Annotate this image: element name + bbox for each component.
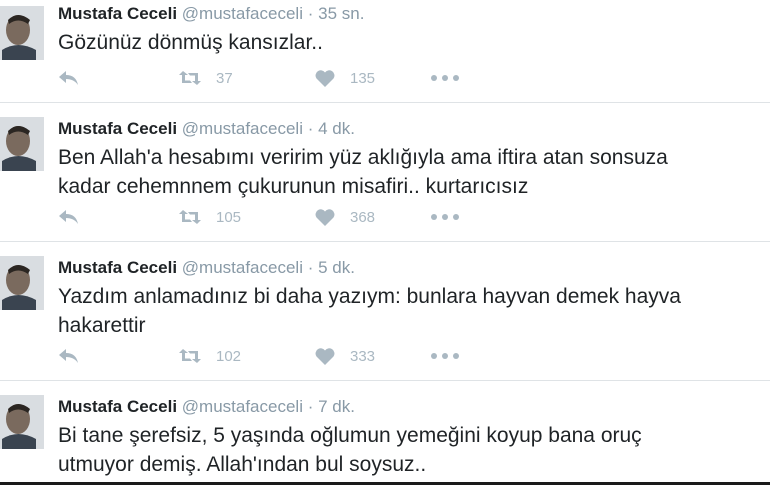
author-handle[interactable]: @mustafaceceli (182, 119, 303, 138)
retweet-count: 102 (216, 347, 242, 365)
more-button[interactable] (430, 74, 460, 82)
separator: · (307, 258, 314, 277)
author-name[interactable]: Mustafa Ceceli (58, 119, 177, 138)
avatar[interactable] (0, 6, 44, 60)
separator: · (307, 4, 314, 23)
reply-icon (59, 71, 78, 85)
more-icon (431, 75, 459, 81)
avatar[interactable] (0, 256, 44, 310)
tweet-header: Mustafa Ceceli @mustafaceceli · 5 dk. (58, 258, 770, 278)
tweet-header: Mustafa Ceceli @mustafaceceli · 35 sn. (58, 4, 770, 24)
separator: · (307, 397, 314, 416)
author-name[interactable]: Mustafa Ceceli (58, 397, 177, 416)
retweet-icon (179, 210, 201, 224)
retweet-icon (179, 349, 201, 363)
like-button[interactable]: 333 (314, 347, 430, 366)
author-handle[interactable]: @mustafaceceli (182, 397, 303, 416)
tweet-line: utmuyor demiş. Allah'ından bul soysuz.. (58, 453, 427, 476)
reply-button[interactable] (58, 348, 178, 364)
tweet[interactable]: Mustafa Ceceli @mustafaceceli · 4 dk. Be… (0, 103, 770, 242)
separator: · (307, 119, 314, 138)
retweet-icon (179, 71, 201, 85)
tweet-text: Bi tane şerefsiz, 5 yaşında oğlumun yeme… (58, 421, 770, 479)
tweet-line: Yazdım anlamadınız bi daha yazıym: bunla… (58, 285, 681, 308)
tweet[interactable]: Mustafa Ceceli @mustafaceceli · 7 dk. Bi… (0, 381, 770, 485)
retweet-button[interactable]: 102 (178, 348, 314, 365)
timestamp[interactable]: 4 dk. (318, 119, 355, 138)
timestamp[interactable]: 35 sn. (318, 4, 364, 23)
timestamp[interactable]: 5 dk. (318, 258, 355, 277)
author-name[interactable]: Mustafa Ceceli (58, 4, 177, 23)
like-count: 368 (350, 208, 376, 226)
avatar[interactable] (0, 395, 44, 449)
tweet[interactable]: Mustafa Ceceli @mustafaceceli · 5 dk. Ya… (0, 242, 770, 381)
tweet-text: Ben Allah'a hesabımı veririm yüz aklığıy… (58, 143, 770, 201)
timestamp[interactable]: 7 dk. (318, 397, 355, 416)
heart-icon (315, 69, 335, 87)
like-count: 333 (350, 347, 376, 365)
tweet-header: Mustafa Ceceli @mustafaceceli · 7 dk. (58, 397, 770, 417)
tweet[interactable]: Mustafa Ceceli @mustafaceceli · 35 sn. G… (0, 0, 770, 103)
tweet-line: kadar cehemnnem çukurunun misafiri.. kur… (58, 175, 529, 198)
like-button[interactable]: 368 (314, 208, 430, 227)
author-handle[interactable]: @mustafaceceli (182, 4, 303, 23)
heart-icon (315, 347, 335, 365)
author-name[interactable]: Mustafa Ceceli (58, 258, 177, 277)
heart-icon (315, 208, 335, 226)
tweet-timeline: Mustafa Ceceli @mustafaceceli · 35 sn. G… (0, 0, 770, 485)
reply-icon (59, 210, 78, 224)
retweet-button[interactable]: 105 (178, 209, 314, 226)
more-button[interactable] (430, 352, 460, 360)
reply-icon (59, 349, 78, 363)
tweet-line: Gözünüz dönmüş kansızlar.. (58, 31, 323, 54)
tweet-line: hakarettir (58, 314, 146, 337)
more-icon (431, 214, 459, 220)
retweet-button[interactable]: 37 (178, 70, 314, 87)
tweet-text: Gözünüz dönmüş kansızlar.. (58, 28, 770, 57)
avatar[interactable] (0, 117, 44, 171)
tweet-text: Yazdım anlamadınız bi daha yazıym: bunla… (58, 282, 770, 340)
more-button[interactable] (430, 213, 460, 221)
author-handle[interactable]: @mustafaceceli (182, 258, 303, 277)
tweet-line: Ben Allah'a hesabımı veririm yüz aklığıy… (58, 146, 668, 169)
tweet-line: Bi tane şerefsiz, 5 yaşında oğlumun yeme… (58, 424, 642, 447)
retweet-count: 37 (216, 69, 233, 87)
like-button[interactable]: 135 (314, 69, 430, 88)
more-icon (431, 353, 459, 359)
like-count: 135 (350, 69, 376, 87)
reply-button[interactable] (58, 209, 178, 225)
reply-button[interactable] (58, 70, 178, 86)
retweet-count: 105 (216, 208, 242, 226)
tweet-header: Mustafa Ceceli @mustafaceceli · 4 dk. (58, 119, 770, 139)
